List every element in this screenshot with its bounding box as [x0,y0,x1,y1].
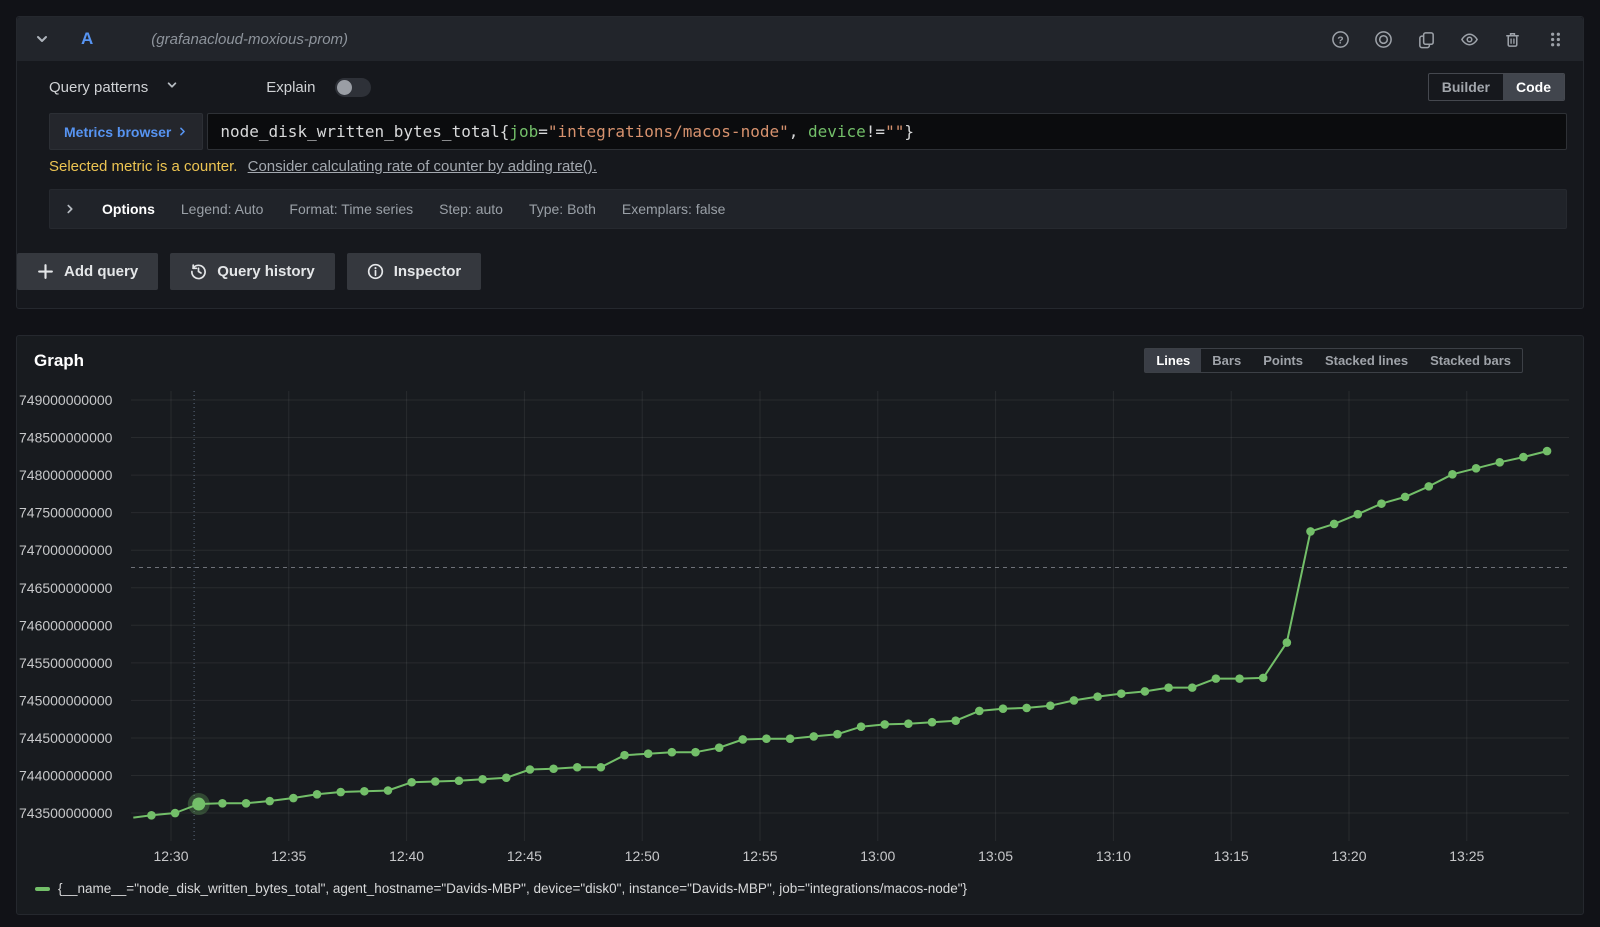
svg-text:13:15: 13:15 [1214,848,1249,864]
svg-text:12:55: 12:55 [742,848,777,864]
svg-text:13:10: 13:10 [1096,848,1131,864]
options-bar[interactable]: Options Legend: Auto Format: Time series… [49,189,1567,229]
svg-text:748000000000: 748000000000 [19,467,113,483]
record-circle-icon[interactable] [1373,29,1393,49]
query-token: = [538,122,548,141]
add-query-label: Add query [64,263,138,280]
graph-panel: Graph Lines Bars Points Stacked lines St… [16,335,1584,915]
option-format: Format: Time series [289,201,413,217]
time-series-chart[interactable]: 749000000000 748500000000 748000000000 7475… [17,389,1583,875]
query-row-actions: ? [1330,29,1565,49]
graph-panel-header: Graph Lines Bars Points Stacked lines St… [17,336,1583,377]
query-token: device [808,122,866,141]
code-mode-button[interactable]: Code [1503,74,1564,100]
query-patterns-dropdown[interactable]: Query patterns [49,79,148,96]
svg-text:746000000000: 746000000000 [19,617,113,633]
svg-text:12:40: 12:40 [389,848,424,864]
option-exemplars: Exemplars: false [622,201,725,217]
query-editor-panel: A (grafanacloud-moxious-prom) ? [16,16,1584,309]
view-mode-points[interactable]: Points [1252,349,1314,372]
add-rate-link[interactable]: Consider calculating rate of counter by … [248,158,597,175]
legend-series-label[interactable]: {__name__="node_disk_written_bytes_total… [58,881,967,896]
svg-text:12:35: 12:35 [271,848,306,864]
metrics-browser-label: Metrics browser [64,124,171,140]
editor-mode-toggle: Builder Code [1428,73,1565,101]
query-history-label: Query history [217,263,315,280]
view-mode-stacked-lines[interactable]: Stacked lines [1314,349,1419,372]
view-mode-lines[interactable]: Lines [1145,349,1201,372]
chevron-down-icon[interactable] [35,32,49,46]
option-legend: Legend: Auto [181,201,264,217]
query-token: "" [885,122,904,141]
svg-text:12:30: 12:30 [153,848,188,864]
promql-query-input[interactable]: node_disk_written_bytes_total{job="integ… [207,113,1567,150]
svg-text:12:45: 12:45 [507,848,542,864]
query-token: node_disk_written_bytes_total{ [220,122,509,141]
copy-icon[interactable] [1416,29,1436,49]
svg-text:744500000000: 744500000000 [19,730,113,746]
query-toolbar-row: Query patterns Explain Builder Code [17,61,1583,111]
counter-warning: Selected metric is a counter. Consider c… [17,150,1583,179]
query-token: , [789,122,808,141]
add-query-button[interactable]: Add query [17,253,158,290]
svg-text:749000000000: 749000000000 [19,392,113,408]
option-step: Step: auto [439,201,503,217]
query-history-button[interactable]: Query history [170,253,335,290]
svg-text:13:25: 13:25 [1449,848,1484,864]
eye-icon[interactable] [1459,29,1479,49]
explain-label: Explain [266,79,315,96]
query-token: != [866,122,885,141]
inspector-label: Inspector [394,263,462,280]
query-ref-id[interactable]: A [81,29,93,49]
plus-icon [37,263,54,280]
explain-toggle[interactable] [335,78,371,97]
svg-text:13:20: 13:20 [1331,848,1366,864]
query-token: } [904,122,914,141]
chevron-right-icon[interactable] [64,203,76,215]
svg-text:745500000000: 745500000000 [19,655,113,671]
svg-text:747000000000: 747000000000 [19,542,113,558]
chevron-right-icon [177,126,188,137]
query-token: job [509,122,538,141]
graph-title: Graph [34,351,84,371]
svg-text:746500000000: 746500000000 [19,580,113,596]
info-circle-icon [367,263,384,280]
help-icon[interactable]: ? [1330,29,1350,49]
options-label: Options [102,201,155,217]
query-token: "integrations/macos-node" [548,122,789,141]
builder-mode-button[interactable]: Builder [1429,74,1503,100]
svg-text:745000000000: 745000000000 [19,692,113,708]
chart-legend: {__name__="node_disk_written_bytes_total… [17,875,1583,896]
query-row-header: A (grafanacloud-moxious-prom) ? [17,17,1583,61]
svg-text:13:05: 13:05 [978,848,1013,864]
option-type: Type: Both [529,201,596,217]
svg-text:748500000000: 748500000000 [19,430,113,446]
explore-actions: Add query Query history Inspector [17,229,1583,308]
chevron-down-icon[interactable] [166,78,178,96]
inspector-button[interactable]: Inspector [347,253,482,290]
svg-text:?: ? [1337,35,1343,46]
legend-series-swatch[interactable] [35,887,50,891]
warning-text: Selected metric is a counter. [49,158,237,175]
graph-view-mode-group: Lines Bars Points Stacked lines Stacked … [1144,348,1523,373]
svg-text:743500000000: 743500000000 [19,805,113,821]
view-mode-bars[interactable]: Bars [1201,349,1252,372]
trash-icon[interactable] [1502,29,1522,49]
toggle-knob [337,80,352,95]
query-input-row: Metrics browser node_disk_written_bytes_… [17,111,1583,150]
metrics-browser-button[interactable]: Metrics browser [49,113,203,150]
view-mode-stacked-bars[interactable]: Stacked bars [1419,349,1522,372]
svg-text:744000000000: 744000000000 [19,768,113,784]
datasource-hint: (grafanacloud-moxious-prom) [151,31,348,48]
grafana-explore-page: A (grafanacloud-moxious-prom) ? [0,0,1600,927]
drag-handle-icon[interactable] [1545,29,1565,49]
svg-text:747500000000: 747500000000 [19,505,113,521]
svg-text:13:00: 13:00 [860,848,895,864]
history-icon [190,263,207,280]
svg-text:12:50: 12:50 [625,848,660,864]
